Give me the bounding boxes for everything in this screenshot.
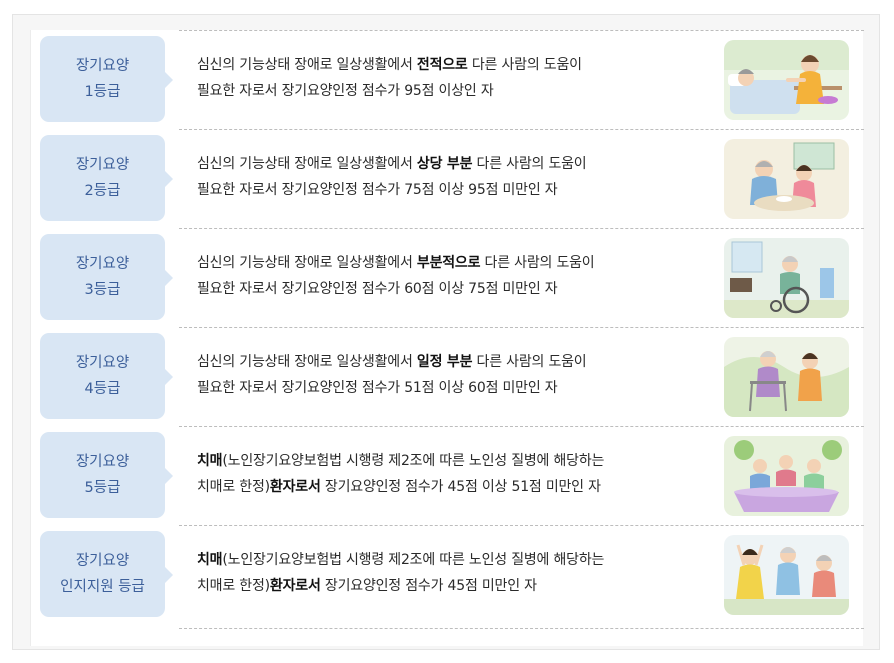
- description-line1: 심신의 기능상태 장애로 일상생활에서 전적으로 다른 사람의 도움이: [197, 57, 582, 73]
- description-line2: 필요한 자로서 장기요양인정 점수가 51점 이상 60점 미만인 자: [197, 380, 558, 396]
- grade-label-line1: 장기요양: [75, 454, 130, 470]
- divider: [179, 628, 864, 629]
- description-line1: 심신의 기능상태 장애로 일상생활에서 부분적으로 다른 사람의 도움이: [197, 255, 595, 271]
- description-line2: 필요한 자로서 장기요양인정 점수가 95점 이상인 자: [197, 83, 494, 99]
- grade-label: 장기요양 4등급: [40, 333, 173, 419]
- grade-row-5: 장기요양 5등급 치매(노인장기요양보험법 시행령 제2조에 따른 노인성 질병…: [31, 426, 864, 524]
- grade-description: 심신의 기능상태 장애로 일상생활에서 전적으로 다른 사람의 도움이 필요한 …: [197, 52, 707, 104]
- description-line1: 치매(노인장기요양보험법 시행령 제2조에 따른 노인성 질병에 해당하는: [197, 552, 605, 568]
- divider: [179, 129, 864, 130]
- grade-row-4: 장기요양 4등급 심신의 기능상태 장애로 일상생활에서 일정 부분 다른 사람…: [31, 327, 864, 425]
- grade-label-line2: 1등급: [84, 84, 121, 100]
- grade-label: 장기요양 3등급: [40, 234, 173, 320]
- grade-label-line2: 3등급: [84, 282, 121, 298]
- grade-label: 장기요양 인지지원 등급: [40, 531, 173, 617]
- description-line2: 치매로 한정)환자로서 장기요양인정 점수가 45점 이상 51점 미만인 자: [197, 479, 601, 495]
- description-line1: 치매(노인장기요양보험법 시행령 제2조에 따른 노인성 질병에 해당하는: [197, 453, 605, 469]
- grade-description: 치매(노인장기요양보험법 시행령 제2조에 따른 노인성 질병에 해당하는 치매…: [197, 547, 707, 599]
- description-line1: 심신의 기능상태 장애로 일상생활에서 상당 부분 다른 사람의 도움이: [197, 156, 587, 172]
- divider: [179, 426, 864, 427]
- grade-label-line1: 장기요양: [75, 355, 130, 371]
- grade-label: 장기요양 1등급: [40, 36, 173, 122]
- grade-description: 심신의 기능상태 장애로 일상생활에서 일정 부분 다른 사람의 도움이 필요한…: [197, 349, 707, 401]
- exercise-illustration: [724, 535, 849, 615]
- grade-label-line1: 장기요양: [75, 58, 130, 74]
- grade-table: 장기요양 1등급 심신의 기능상태 장애로 일상생활에서 전적으로 다른 사람의…: [30, 30, 864, 646]
- caregiver-feeding-illustration: [724, 40, 849, 120]
- grade-label: 장기요양 5등급: [40, 432, 173, 518]
- grade-label-line1: 장기요양: [75, 553, 130, 569]
- description-line2: 필요한 자로서 장기요양인정 점수가 75점 이상 95점 미만인 자: [197, 182, 558, 198]
- description-line2: 치매로 한정)환자로서 장기요양인정 점수가 45점 미만인 자: [197, 578, 537, 594]
- walker-illustration: [724, 337, 849, 417]
- grade-row-2: 장기요양 2등급 심신의 기능상태 장애로 일상생활에서 상당 부분 다른 사람…: [31, 129, 864, 227]
- description-line1: 심신의 기능상태 장애로 일상생활에서 일정 부분 다른 사람의 도움이: [197, 354, 587, 370]
- grade-label-line2: 4등급: [84, 381, 121, 397]
- grade-label-line2: 5등급: [84, 480, 121, 496]
- grade-label-line2: 2등급: [84, 183, 121, 199]
- grade-description: 심신의 기능상태 장애로 일상생활에서 상당 부분 다른 사람의 도움이 필요한…: [197, 151, 707, 203]
- group-activity-illustration: [724, 436, 849, 516]
- grade-label-line1: 장기요양: [75, 157, 130, 173]
- description-line2: 필요한 자로서 장기요양인정 점수가 60점 이상 75점 미만인 자: [197, 281, 558, 297]
- meal-service-illustration: [724, 139, 849, 219]
- divider: [179, 228, 864, 229]
- grade-row-6: 장기요양 인지지원 등급 치매(노인장기요양보험법 시행령 제2조에 따른 노인…: [31, 525, 864, 629]
- divider: [179, 525, 864, 526]
- divider: [179, 327, 864, 328]
- grade-description: 심신의 기능상태 장애로 일상생활에서 부분적으로 다른 사람의 도움이 필요한…: [197, 250, 707, 302]
- grade-label-line1: 장기요양: [75, 256, 130, 272]
- wheelchair-illustration: [724, 238, 849, 318]
- grade-row-3: 장기요양 3등급 심신의 기능상태 장애로 일상생활에서 부분적으로 다른 사람…: [31, 228, 864, 326]
- grade-label: 장기요양 2등급: [40, 135, 173, 221]
- grade-row-1: 장기요양 1등급 심신의 기능상태 장애로 일상생활에서 전적으로 다른 사람의…: [31, 30, 864, 128]
- grade-label-line2: 인지지원 등급: [60, 579, 145, 595]
- divider: [179, 30, 864, 31]
- grade-description: 치매(노인장기요양보험법 시행령 제2조에 따른 노인성 질병에 해당하는 치매…: [197, 448, 707, 500]
